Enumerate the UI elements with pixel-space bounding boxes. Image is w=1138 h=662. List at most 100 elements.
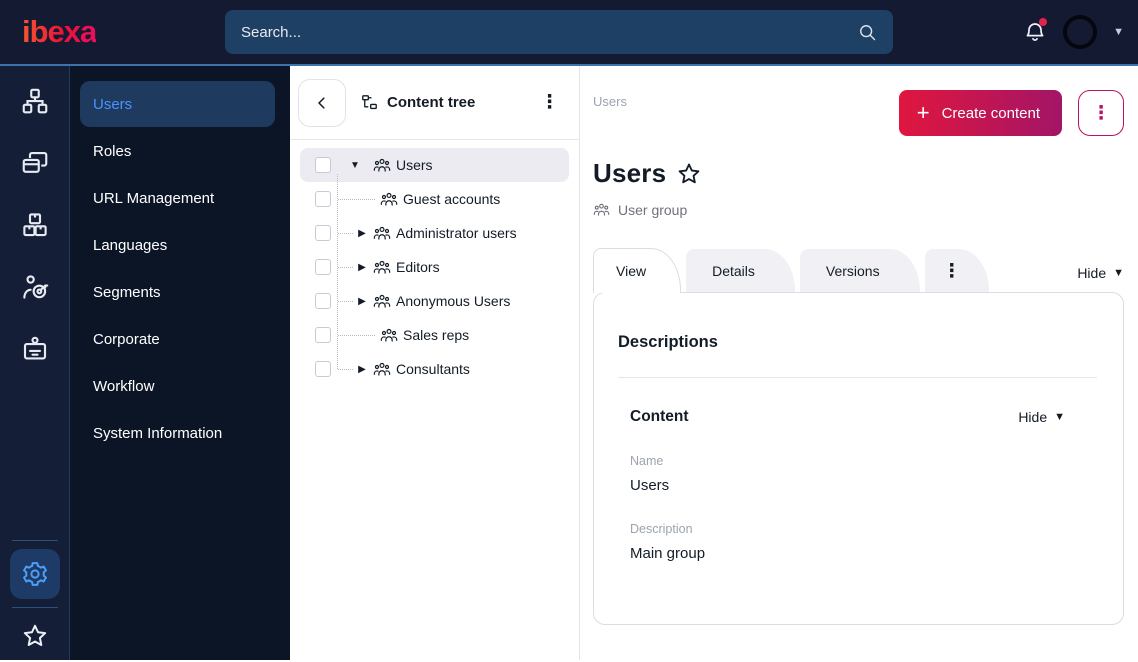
tab-view[interactable]: View xyxy=(593,248,682,293)
rail-divider xyxy=(11,540,58,541)
id-badge-icon[interactable] xyxy=(20,334,50,364)
tree-row-consultants[interactable]: ▶ Consultants xyxy=(300,352,569,386)
search-icon[interactable] xyxy=(857,22,877,42)
sitemap-icon[interactable] xyxy=(20,86,50,116)
tree-guide-line xyxy=(338,198,375,200)
tree-checkbox[interactable] xyxy=(315,327,331,343)
caret-down-icon: ▼ xyxy=(1054,411,1065,423)
tree-children: Guest accounts ▶ Administrator users ▶ E… xyxy=(290,174,579,386)
user-group-icon xyxy=(380,190,398,208)
content-tree-panel: Content tree ⋮ ▼ Users Guest accounts ▶ … xyxy=(290,66,580,660)
create-content-button[interactable]: + Create content xyxy=(898,90,1062,136)
caret-down-icon: ▼ xyxy=(1113,267,1124,279)
sidebar-item-users[interactable]: Users xyxy=(80,81,275,127)
sidebar-item-languages[interactable]: Languages xyxy=(80,222,275,268)
tree-checkbox[interactable] xyxy=(315,361,331,377)
user-group-icon xyxy=(373,156,391,174)
sidebar-item-roles[interactable]: Roles xyxy=(80,128,275,174)
page-title-row: Users xyxy=(593,158,1124,189)
windows-icon[interactable] xyxy=(20,148,50,178)
top-bar: ibexa ▼ xyxy=(0,0,1138,66)
admin-settings-button[interactable] xyxy=(9,549,60,599)
caret-right-icon[interactable]: ▶ xyxy=(356,228,368,239)
rail-bottom xyxy=(0,532,69,660)
caret-right-icon[interactable]: ▶ xyxy=(356,364,368,375)
content-section: Content Hide ▼ Name Users Description Ma… xyxy=(618,408,1097,562)
main-content: Users + Create content ⋮ Users User grou… xyxy=(580,66,1138,660)
section-divider xyxy=(618,377,1097,378)
tree-row-users[interactable]: ▼ Users xyxy=(300,148,569,182)
tree-guide-line xyxy=(338,334,375,336)
tree-row-sales-reps[interactable]: Sales reps xyxy=(300,318,569,352)
main-header: Users + Create content ⋮ xyxy=(593,90,1124,136)
sidebar-item-segments[interactable]: Segments xyxy=(80,269,275,315)
search-input[interactable] xyxy=(241,23,857,41)
user-group-icon xyxy=(373,292,391,310)
content-tree-title: Content tree xyxy=(360,93,475,112)
field-name: Name Users xyxy=(630,454,670,494)
user-group-icon xyxy=(593,201,610,218)
user-avatar[interactable] xyxy=(1063,15,1098,49)
breadcrumb[interactable]: Users xyxy=(593,94,627,109)
admin-sidebar: Users Roles URL Management Languages Seg… xyxy=(70,66,290,660)
tree-checkbox[interactable] xyxy=(315,191,331,207)
caret-right-icon[interactable]: ▶ xyxy=(356,296,368,307)
tree-checkbox[interactable] xyxy=(315,259,331,275)
user-group-icon xyxy=(380,326,398,344)
caret-right-icon[interactable]: ▶ xyxy=(356,262,368,273)
tree-guide-line xyxy=(338,368,353,370)
descriptions-heading: Descriptions xyxy=(618,333,718,351)
header-actions: + Create content ⋮ xyxy=(898,90,1124,136)
tree-checkbox[interactable] xyxy=(315,157,331,173)
content-type-label: User group xyxy=(593,201,1124,218)
user-group-icon xyxy=(373,360,391,378)
gear-icon xyxy=(21,560,49,588)
tab-details[interactable]: Details xyxy=(686,249,795,293)
boxes-icon[interactable] xyxy=(20,210,50,240)
hide-content-toggle[interactable]: Hide ▼ xyxy=(1018,409,1065,425)
chevron-left-icon xyxy=(313,94,331,112)
tree-row-administrator-users[interactable]: ▶ Administrator users xyxy=(300,216,569,250)
content-heading: Content xyxy=(630,408,689,425)
collapse-tree-button[interactable] xyxy=(298,78,346,127)
topbar-right: ▼ xyxy=(1023,15,1138,49)
tree-row-anonymous-users[interactable]: ▶ Anonymous Users xyxy=(300,284,569,318)
user-menu-chevron-down-icon[interactable]: ▼ xyxy=(1113,26,1124,38)
tabs-row: View Details Versions ⋮ Hide ▼ xyxy=(593,248,1124,293)
content-options-kebab-icon[interactable]: ⋮ xyxy=(1078,90,1124,136)
sidebar-item-system-information[interactable]: System Information xyxy=(80,410,275,456)
plus-icon: + xyxy=(916,100,930,125)
tree-row-guest-accounts[interactable]: Guest accounts xyxy=(300,182,569,216)
user-group-icon xyxy=(373,224,391,242)
target-person-icon[interactable] xyxy=(20,272,50,302)
tab-more-kebab-icon[interactable]: ⋮ xyxy=(924,249,989,293)
user-group-icon xyxy=(373,258,391,276)
sidebar-item-url-management[interactable]: URL Management xyxy=(80,175,275,221)
tree-guide-line xyxy=(338,266,353,268)
tree-checkbox[interactable] xyxy=(315,293,331,309)
page-title: Users xyxy=(593,158,667,188)
sidebar-item-workflow[interactable]: Workflow xyxy=(80,363,275,409)
bookmarks-star-icon[interactable] xyxy=(21,622,49,650)
tree-row-editors[interactable]: ▶ Editors xyxy=(300,250,569,284)
tree-guide-line xyxy=(338,300,353,302)
favorite-star-icon[interactable] xyxy=(676,161,702,187)
tree-icon xyxy=(360,93,379,112)
caret-down-icon[interactable]: ▼ xyxy=(349,160,361,171)
content-tree: ▼ Users Guest accounts ▶ Administrator u… xyxy=(290,140,579,394)
tree-guide-line xyxy=(338,232,353,234)
view-tab-card: Descriptions Content Hide ▼ Name Users D… xyxy=(593,292,1124,625)
logo-container: ibexa xyxy=(0,14,225,50)
field-description: Description Main group xyxy=(630,522,706,562)
hide-tabs-toggle[interactable]: Hide ▼ xyxy=(1077,265,1124,293)
sidebar-item-corporate[interactable]: Corporate xyxy=(80,316,275,362)
rail-divider xyxy=(11,607,58,608)
ibexa-logo[interactable]: ibexa xyxy=(22,14,97,49)
icon-rail xyxy=(0,66,70,660)
tree-options-kebab-icon[interactable]: ⋮ xyxy=(534,89,565,116)
notifications-button[interactable] xyxy=(1023,18,1048,44)
global-search[interactable] xyxy=(225,10,893,54)
tab-versions[interactable]: Versions xyxy=(799,249,920,293)
content-tree-header: Content tree ⋮ xyxy=(290,66,579,140)
tree-checkbox[interactable] xyxy=(315,225,331,241)
